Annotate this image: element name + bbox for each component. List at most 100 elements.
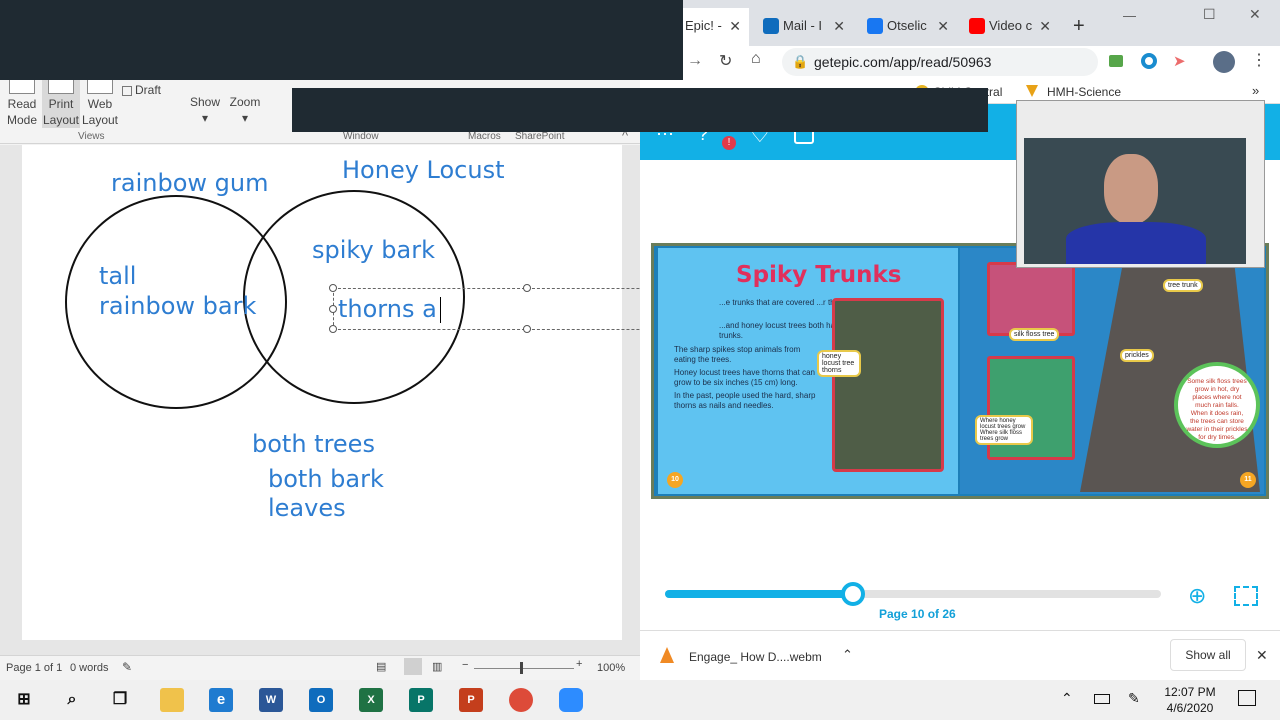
outlook-taskbar-icon[interactable]: O [309, 688, 333, 712]
page-number-left: 10 [667, 472, 683, 488]
show-all-button[interactable]: Show all [1170, 639, 1246, 671]
silk-floss-tree-photo [987, 262, 1075, 336]
tab-epic[interactable]: Epic! - ✕ [683, 8, 749, 46]
draft-icon [122, 85, 132, 96]
label-tree-trunk: tree trunk [1163, 279, 1203, 292]
outlook-icon [763, 18, 779, 34]
book-paragraph: In the past, people used the hard, sharp… [674, 391, 816, 410]
pen-icon[interactable]: ✎ [1128, 690, 1140, 707]
page-slider-fill [665, 590, 854, 598]
label-honey-locust[interactable]: Honey Locust [342, 156, 505, 184]
resize-handle[interactable] [329, 305, 337, 313]
read-mode-icon [9, 80, 35, 94]
window-close-icon[interactable]: ✕ [1249, 6, 1261, 23]
hmh-icon [1026, 85, 1038, 97]
maximize-icon[interactable]: ☐ [1203, 6, 1216, 23]
label-honey-locust-thorns: honey locust tree thorns [817, 350, 861, 377]
tab-video[interactable]: Video c ✕ [963, 8, 1059, 46]
search-icon[interactable]: ⌕ [60, 688, 84, 712]
zoom-slider-thumb[interactable] [520, 662, 523, 674]
left-text-line2[interactable]: rainbow bark [99, 292, 256, 320]
web-layout-icon [87, 80, 113, 94]
resize-handle[interactable] [329, 284, 337, 292]
zoom-slider[interactable] [474, 668, 574, 669]
word-icon[interactable]: W [259, 688, 283, 712]
bookmark-hmh-science[interactable]: HMH-Science [1047, 85, 1121, 99]
label-rainbow-gum[interactable]: rainbow gum [111, 169, 268, 197]
address-bar[interactable]: 🔒 getepic.com/app/read/50963 [782, 48, 1098, 76]
page-count[interactable]: Page 1 of 1 [6, 662, 62, 674]
read-mode-button[interactable]: Read Mode [4, 80, 40, 128]
read-mode-view-icon[interactable]: ▤ [376, 660, 386, 673]
left-text-line1[interactable]: tall [99, 262, 136, 290]
close-icon[interactable]: ✕ [729, 8, 741, 44]
notifications-icon[interactable] [1238, 690, 1256, 706]
tab-otselic[interactable]: Otselic ✕ [861, 8, 957, 46]
download-file-name[interactable]: Engage_ How D....webm [689, 650, 822, 664]
task-view-icon[interactable]: ❐ [108, 688, 132, 712]
web-layout-button[interactable]: Web Layout [80, 80, 120, 128]
print-layout-button[interactable]: Print Layout [42, 80, 80, 128]
menu-icon[interactable]: ⋮ [1251, 50, 1267, 70]
web-layout-view-icon[interactable]: ▥ [432, 660, 442, 673]
zoom-in-icon[interactable]: + [576, 658, 582, 670]
label-prickles: prickles [1120, 349, 1154, 362]
close-icon[interactable]: ✕ [937, 8, 949, 44]
profile-avatar[interactable] [1213, 51, 1235, 73]
webcam-video [1024, 138, 1246, 264]
close-downloads-icon[interactable]: ✕ [1256, 647, 1268, 664]
group-window-label: Window [343, 131, 379, 142]
below-text-line2[interactable]: both bark [268, 465, 384, 493]
print-layout-icon [48, 80, 74, 94]
youtube-icon [969, 18, 985, 34]
fullscreen-icon[interactable] [1234, 586, 1258, 606]
word-count[interactable]: 0 words [70, 662, 109, 674]
resize-handle[interactable] [329, 325, 337, 333]
book-title: Spiky Trunks [736, 262, 902, 288]
chevron-up-icon[interactable]: ⌃ [842, 647, 853, 663]
chrome-icon[interactable] [509, 688, 533, 712]
publisher-icon[interactable]: P [409, 688, 433, 712]
internet-explorer-icon[interactable]: e [209, 688, 233, 712]
label-silk-floss-tree: silk floss tree [1009, 328, 1060, 341]
zoom-out-icon[interactable]: − [462, 659, 468, 671]
print-layout-view-icon[interactable] [404, 658, 422, 675]
minimize-icon[interactable]: — [1123, 8, 1136, 23]
tab-mail[interactable]: Mail - I ✕ [757, 8, 853, 46]
below-text-line1[interactable]: both trees [252, 430, 375, 458]
facebook-icon [867, 18, 883, 34]
file-explorer-icon[interactable] [160, 688, 184, 712]
reload-icon[interactable]: ↻ [719, 51, 732, 71]
tray-chevron-icon[interactable]: ⌃ [1061, 690, 1073, 707]
word-status-bar: Page 1 of 1 0 words ✎ ▤ ▥ − + 100% [0, 655, 640, 680]
zoom-button[interactable]: Zoom ▾ [226, 94, 264, 126]
resize-handle[interactable] [523, 325, 531, 333]
close-icon[interactable]: ✕ [833, 8, 845, 44]
zoom-level[interactable]: 100% [597, 662, 625, 674]
proofing-icon[interactable]: ✎ [122, 660, 132, 674]
new-tab-button[interactable]: + [1061, 8, 1095, 46]
more-bookmarks-icon[interactable]: » [1252, 83, 1259, 98]
url-text: getepic.com/app/read/50963 [814, 54, 992, 70]
thorns-photo [832, 298, 944, 472]
extension-icon[interactable] [1109, 55, 1123, 67]
close-icon[interactable]: ✕ [1039, 8, 1051, 44]
system-clock[interactable]: 12:07 PM 4/6/2020 [1160, 684, 1220, 716]
extension-share-icon[interactable]: ➤ [1173, 52, 1186, 70]
home-icon[interactable]: ⌂ [751, 50, 761, 68]
battery-icon[interactable] [1094, 694, 1110, 704]
textbox-text[interactable]: thorns a [338, 295, 437, 323]
extension-screencast-icon[interactable] [1141, 53, 1157, 69]
right-text-line1[interactable]: spiky bark [312, 236, 435, 264]
draft-button[interactable]: Draft [122, 82, 172, 98]
resize-handle[interactable] [523, 284, 531, 292]
below-text-line3[interactable]: leaves [268, 494, 346, 522]
windows-start-icon[interactable]: ⊞ [12, 688, 36, 712]
excel-icon[interactable]: X [359, 688, 383, 712]
zoom-app-icon[interactable] [559, 688, 583, 712]
powerpoint-icon[interactable]: P [459, 688, 483, 712]
zoom-in-icon[interactable]: ⊕ [1188, 583, 1206, 609]
show-button[interactable]: Show ▾ [188, 94, 222, 126]
windows-taskbar [0, 680, 1280, 720]
forward-icon[interactable]: → [687, 52, 703, 70]
